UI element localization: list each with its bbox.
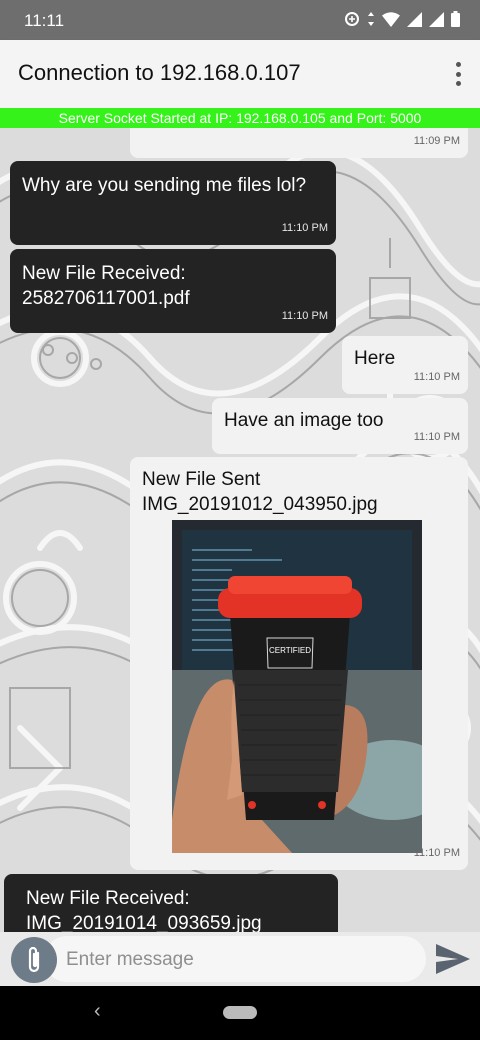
message-bubble-received[interactable]: Why are you sending me files lol? 11:10 … [10, 161, 336, 245]
photo-cup-image: CERTIFIED [172, 520, 422, 853]
home-icon[interactable] [223, 1006, 257, 1019]
message-bubble-sent[interactable]: Here 11:10 PM [342, 336, 468, 394]
message-input[interactable]: Enter message [44, 936, 426, 982]
chat-area[interactable]: 11:09 PM Why are you sending me files lo… [0, 128, 480, 932]
message-bubble-sent-image[interactable]: New File Sent IMG_20191012_043950.jpg CE… [130, 457, 468, 870]
message-bubble-received[interactable]: New File Received: IMG_20191014_093659.j… [4, 874, 338, 932]
message-input-placeholder: Enter message [66, 949, 194, 970]
message-timestamp: 11:10 PM [281, 222, 328, 234]
message-text: New File Received: IMG_20191014_093659.j… [26, 888, 262, 932]
status-bar: 11:11 [0, 0, 480, 40]
send-icon [436, 944, 470, 974]
message-input-bar: Enter message [0, 932, 480, 986]
message-timestamp: 11:09 PM [413, 135, 460, 147]
message-text: Here [354, 348, 396, 369]
server-status-banner: Server Socket Started at IP: 192.168.0.1… [0, 108, 480, 128]
attach-icon [28, 946, 40, 973]
photo-label: CERTIFIED [269, 646, 311, 655]
message-bubble-received[interactable]: New File Received: 2582706117001.pdf 11:… [10, 249, 336, 333]
data-arrows-icon [368, 12, 374, 26]
message-timestamp: 11:10 PM [281, 310, 328, 322]
message-bubble-sent[interactable]: Have an image too 11:10 PM [212, 398, 468, 454]
image-attachment[interactable]: CERTIFIED [172, 520, 422, 853]
back-icon[interactable]: ‹ [94, 1000, 101, 1023]
status-icons [344, 11, 460, 27]
message-timestamp: 11:10 PM [413, 431, 460, 443]
wifi-icon [382, 11, 400, 27]
navigation-bar: ‹ [0, 986, 480, 1040]
status-time: 11:11 [24, 11, 65, 30]
message-text: New File Received: 2582706117001.pdf [22, 263, 190, 309]
message-text: New File Sent IMG_20191012_043950.jpg [142, 469, 378, 515]
message-timestamp: 11:10 PM [413, 847, 460, 859]
message-timestamp: 11:10 PM [413, 371, 460, 383]
app-bar: Connection to 192.168.0.107 [0, 40, 480, 108]
message-bubble-sent[interactable]: 11:09 PM [130, 128, 468, 158]
send-button[interactable] [434, 940, 472, 978]
signal-icon [407, 11, 422, 27]
message-text: Why are you sending me files lol? [22, 175, 307, 196]
battery-icon [451, 11, 460, 27]
attach-button[interactable] [11, 937, 57, 983]
signal-icon [429, 11, 444, 27]
more-vert-icon[interactable] [452, 60, 464, 88]
message-text: Have an image too [224, 410, 384, 431]
data-saver-icon [345, 12, 359, 26]
page-title: Connection to 192.168.0.107 [18, 60, 301, 85]
